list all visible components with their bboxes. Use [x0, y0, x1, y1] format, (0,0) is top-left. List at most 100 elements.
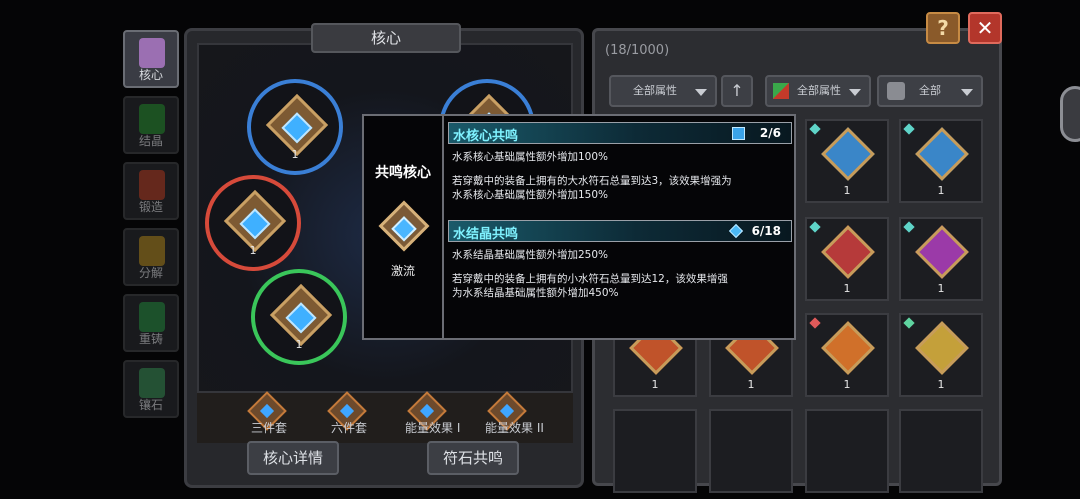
- game-screen: 核心 结晶 锻造 分解 重铸 镶石 1 1 1 核心 三件套 六件套 能量效果 …: [0, 0, 1080, 499]
- fire-core-icon: [821, 225, 875, 279]
- tab-core[interactable]: 核心: [123, 30, 179, 88]
- tooltip-core-name: 激流: [390, 264, 415, 278]
- inventory-slot[interactable]: 1: [805, 217, 889, 301]
- core-panel-title: 核心: [311, 23, 461, 53]
- core-gem-icon: [223, 189, 287, 253]
- section-progress: 6/18: [751, 224, 781, 238]
- slot-count: 1: [843, 184, 851, 197]
- tab-crystal[interactable]: 结晶: [123, 96, 179, 154]
- element-pip-icon: [809, 221, 821, 233]
- sort-button[interactable]: ↑: [721, 75, 753, 107]
- section-name: 水核心共鸣: [453, 129, 519, 144]
- tooltip-core-info: 共鸣核心 激流: [364, 116, 444, 338]
- water-core-icon: [915, 127, 969, 181]
- core-slot-left[interactable]: 1: [205, 175, 301, 271]
- set-label-energy-2: 能量效果 II: [485, 421, 544, 435]
- chevron-down-icon: [695, 89, 707, 96]
- recast-tab-icon: [139, 302, 165, 332]
- help-button[interactable]: ?: [926, 12, 960, 44]
- tab-inlay[interactable]: 镶石: [123, 360, 179, 418]
- set-labels: 三件套 六件套 能量效果 I 能量效果 II: [197, 419, 573, 437]
- chevron-down-icon: [961, 89, 973, 96]
- close-button[interactable]: ✕: [968, 12, 1002, 44]
- element-pip-icon: [809, 317, 821, 329]
- element-pip-icon: [903, 221, 915, 233]
- core-slot-count: 1: [295, 338, 303, 351]
- slot-count: 1: [747, 378, 755, 391]
- dark-core-icon: [915, 225, 969, 279]
- inventory-slot-empty[interactable]: [709, 409, 793, 493]
- inventory-slot[interactable]: 1: [899, 119, 983, 203]
- water-core-icon: [821, 127, 875, 181]
- side-tab-bar: 核心 结晶 锻造 分解 重铸 镶石: [120, 30, 182, 430]
- core-tab-icon: [139, 38, 165, 68]
- water-core-icon: [378, 200, 430, 252]
- slot-count: 1: [937, 378, 945, 391]
- inventory-slot[interactable]: 1: [805, 313, 889, 397]
- type-filter-label: 全部: [919, 84, 941, 97]
- tab-forge-label: 锻造: [138, 200, 163, 214]
- tooltip-sections: 水核心共鸣 2/6 水系核心基础属性额外增加100% 若穿戴中的装备上拥有的大水…: [448, 122, 792, 300]
- inventory-slot-empty[interactable]: [805, 409, 889, 493]
- core-slot-top-left[interactable]: 1: [247, 79, 343, 175]
- core-gem-icon: [265, 93, 329, 157]
- attribute-filter-dropdown[interactable]: 全部属性: [609, 75, 717, 107]
- decompose-tab-icon: [139, 236, 165, 266]
- element-pip-icon: [903, 317, 915, 329]
- tab-core-label: 核心: [138, 68, 163, 82]
- flame-core-icon: [821, 321, 875, 375]
- water-crystal-icon: [728, 223, 744, 239]
- tab-recast-label: 重铸: [138, 332, 163, 346]
- crystal-tab-icon: [139, 104, 165, 134]
- element-filter-dropdown[interactable]: 全部属性: [765, 75, 871, 107]
- tab-recast[interactable]: 重铸: [123, 294, 179, 352]
- section-effect-text: 水系核心基础属性额外增加100%: [452, 151, 609, 163]
- close-icon: ✕: [976, 16, 994, 40]
- inventory-slot[interactable]: 1: [805, 119, 889, 203]
- inventory-slot[interactable]: 1: [899, 217, 983, 301]
- monster-type-icon: [887, 82, 905, 100]
- inlay-tab-icon: [139, 368, 165, 398]
- forge-tab-icon: [139, 170, 165, 200]
- element-pip-icon: [903, 123, 915, 135]
- set-label-six: 六件套: [331, 421, 368, 435]
- section-name: 水结晶共鸣: [453, 227, 519, 242]
- resonance-tooltip: 共鸣核心 激流 水核心共鸣 2/6 水系核心基础属性额外增加100% 若穿戴中的…: [362, 114, 796, 340]
- slot-count: 1: [651, 378, 659, 391]
- element-filter-label: 全部属性: [797, 84, 841, 97]
- core-slot-bottom-left[interactable]: 1: [251, 269, 347, 365]
- section-progress: 2/6: [759, 126, 781, 140]
- section-header-water-crystal: 水结晶共鸣 6/18: [448, 220, 792, 242]
- chevron-down-icon: [849, 89, 861, 96]
- type-filter-dropdown[interactable]: 全部: [877, 75, 983, 107]
- slot-count: 1: [937, 184, 945, 197]
- tooltip-title: 共鸣核心: [375, 165, 431, 181]
- inventory-count: (18/1000): [605, 43, 670, 58]
- core-slot-count: 1: [291, 148, 299, 161]
- tab-forge[interactable]: 锻造: [123, 162, 179, 220]
- set-label-three: 三件套: [251, 421, 288, 435]
- tab-decompose[interactable]: 分解: [123, 228, 179, 286]
- inventory-slot[interactable]: 1: [899, 313, 983, 397]
- slot-count: 1: [843, 378, 851, 391]
- set-label-energy-1: 能量效果 I: [405, 421, 461, 435]
- core-slot-count: 1: [249, 244, 257, 257]
- arrow-up-icon: ↑: [730, 81, 744, 100]
- section-header-water-core: 水核心共鸣 2/6: [448, 122, 792, 144]
- core-detail-button[interactable]: 核心详情: [247, 441, 339, 475]
- inventory-slot-empty[interactable]: [899, 409, 983, 493]
- tab-decompose-label: 分解: [138, 266, 163, 280]
- inventory-slot-empty[interactable]: [613, 409, 697, 493]
- question-icon: ?: [937, 16, 949, 40]
- earth-core-icon: [915, 321, 969, 375]
- element-pip-icon: [809, 123, 821, 135]
- rune-resonance-button[interactable]: 符石共鸣: [427, 441, 519, 475]
- section-bonus-text: 若穿戴中的装备上拥有的大水符石总量到达3，该效果增强为: [452, 175, 732, 187]
- slot-count: 1: [937, 282, 945, 295]
- section-effect-text: 水系结晶基础属性额外增加250%: [452, 249, 609, 261]
- slot-count: 1: [843, 282, 851, 295]
- tab-crystal-label: 结晶: [138, 134, 163, 148]
- tab-inlay-label: 镶石: [138, 398, 163, 412]
- core-gem-icon: [269, 283, 333, 347]
- side-menu-handle[interactable]: [1060, 86, 1080, 142]
